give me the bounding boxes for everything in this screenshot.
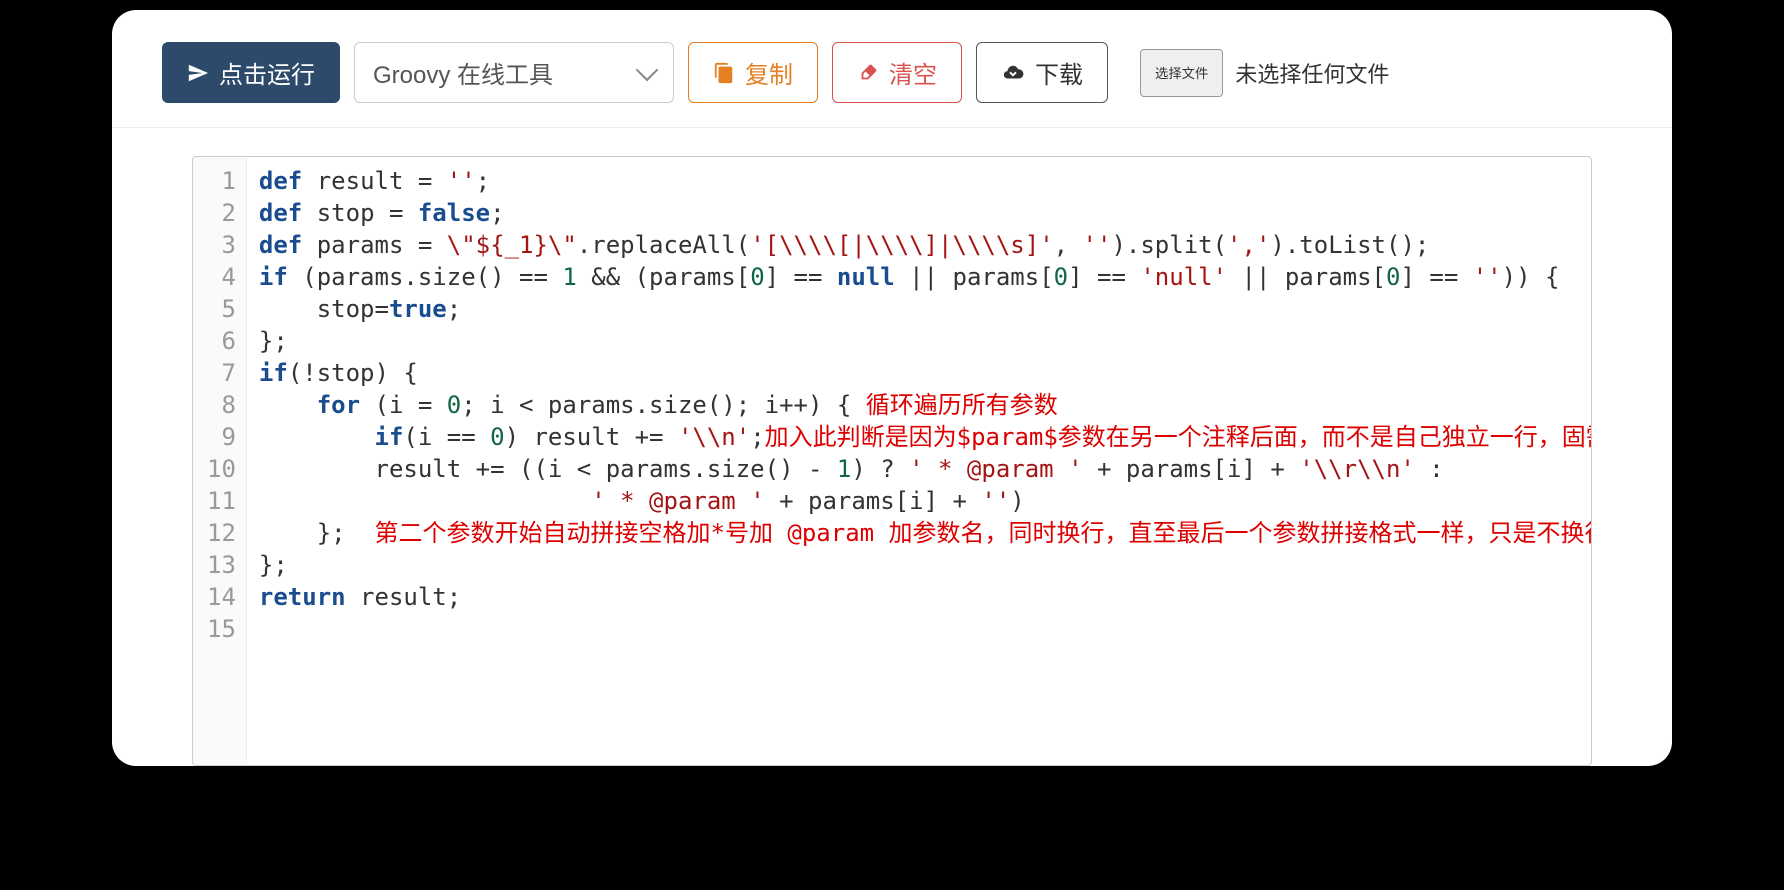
copy-icon [713, 62, 735, 84]
line-number: 14 [207, 581, 236, 613]
toolbar: 点击运行 Groovy 在线工具 复制 清空 下载 选择文件 未选 [112, 10, 1672, 128]
copy-label: 复制 [745, 55, 793, 90]
line-number: 8 [207, 389, 236, 421]
line-number: 15 [207, 613, 236, 645]
code-editor[interactable]: 123456789101112131415 def result = '';de… [192, 156, 1592, 766]
cloud-download-icon [1001, 62, 1025, 84]
chevron-down-icon [636, 58, 659, 81]
download-label: 下载 [1035, 55, 1083, 90]
line-gutter: 123456789101112131415 [193, 157, 247, 765]
paper-plane-icon [187, 62, 209, 84]
clear-label: 清空 [889, 55, 937, 90]
line-number: 1 [207, 165, 236, 197]
file-status-label: 未选择任何文件 [1223, 49, 1401, 97]
language-select-label: Groovy 在线工具 [373, 55, 553, 90]
file-picker: 选择文件 未选择任何文件 [1140, 49, 1401, 97]
line-number: 7 [207, 357, 236, 389]
line-number: 6 [207, 325, 236, 357]
language-select[interactable]: Groovy 在线工具 [354, 42, 674, 103]
line-number: 13 [207, 549, 236, 581]
run-button[interactable]: 点击运行 [162, 42, 340, 103]
run-label: 点击运行 [219, 55, 315, 90]
line-number: 11 [207, 485, 236, 517]
download-button[interactable]: 下载 [976, 42, 1108, 103]
line-number: 2 [207, 197, 236, 229]
line-number: 9 [207, 421, 236, 453]
line-number: 4 [207, 261, 236, 293]
clear-button[interactable]: 清空 [832, 42, 962, 103]
code-area[interactable]: def result = '';def stop = false;def par… [247, 157, 1591, 765]
editor-container: 123456789101112131415 def result = '';de… [112, 128, 1672, 766]
line-number: 5 [207, 293, 236, 325]
choose-file-button[interactable]: 选择文件 [1140, 49, 1223, 97]
line-number: 3 [207, 229, 236, 261]
line-number: 12 [207, 517, 236, 549]
copy-button[interactable]: 复制 [688, 42, 818, 103]
app-window: 点击运行 Groovy 在线工具 复制 清空 下载 选择文件 未选 [112, 10, 1672, 766]
line-number: 10 [207, 453, 236, 485]
eraser-icon [857, 62, 879, 84]
